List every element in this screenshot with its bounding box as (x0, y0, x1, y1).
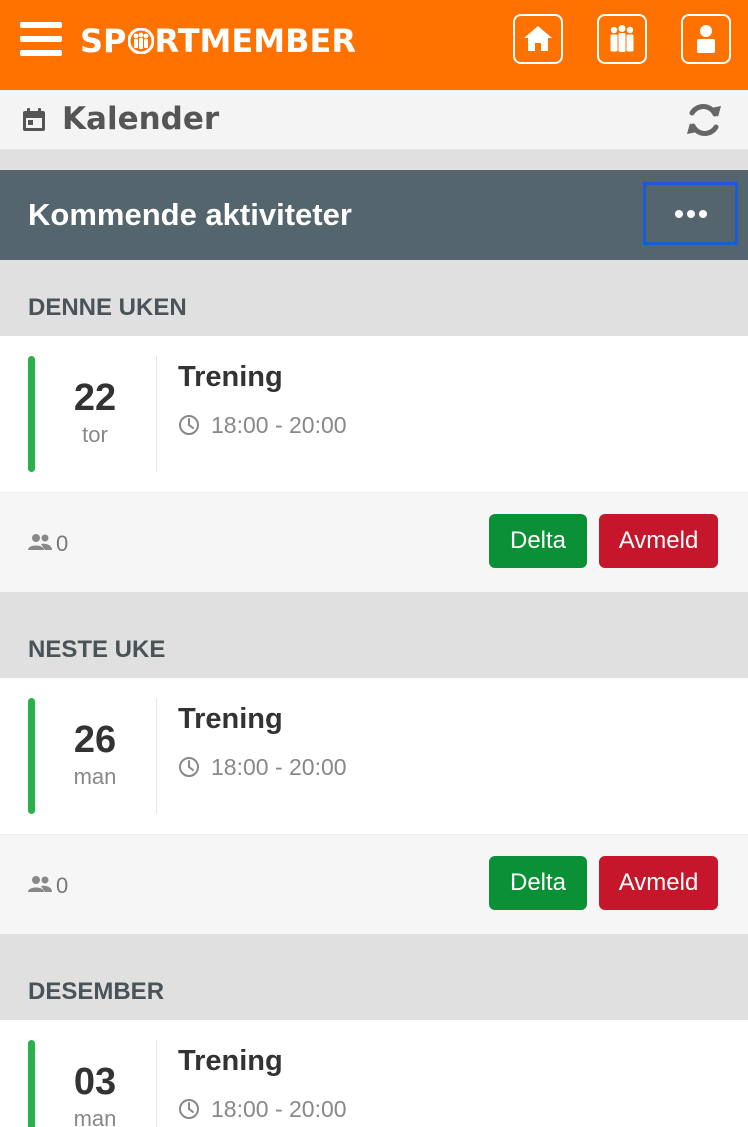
page-header: Kalender (0, 90, 748, 150)
clock-icon (179, 415, 199, 435)
group-label-text: DESEMBER (28, 978, 165, 1005)
hamburger-menu-icon[interactable] (20, 22, 62, 56)
event-title: Trening (178, 1045, 283, 1077)
event-weekday: man (73, 1106, 117, 1127)
more-dot-icon (686, 209, 695, 218)
status-bar (28, 1040, 35, 1127)
people-icon (28, 534, 52, 550)
section-title: Kommende aktiviteter (28, 197, 352, 232)
group-label: NESTE UKE (0, 602, 748, 678)
avmeld-button[interactable]: Avmeld (599, 514, 718, 568)
event-day: 03 (73, 1061, 117, 1103)
status-bar (28, 698, 35, 814)
delta-button[interactable]: Delta (489, 856, 587, 910)
participant-count: 0 (56, 531, 69, 556)
people-icon (28, 876, 52, 892)
clock-icon (179, 757, 199, 777)
event-time: 18:00 - 20:00 (211, 1096, 347, 1122)
brand-prefix: SP (80, 22, 127, 60)
section-header: Kommende aktiviteter (0, 170, 748, 260)
divider (156, 1040, 157, 1127)
event-time: 18:00 - 20:00 (211, 412, 347, 438)
group-button[interactable] (597, 14, 647, 64)
event-card[interactable]: 26 man Trening 18:00 - 20:00 (0, 678, 748, 835)
page-title: Kalender (62, 101, 220, 137)
home-icon (524, 26, 552, 51)
clock-icon (179, 1099, 199, 1119)
brand-suffix: RTMEMBER (154, 22, 356, 60)
brand-people-icon (127, 28, 154, 54)
status-bar (28, 356, 35, 472)
event-title: Trening (178, 703, 283, 735)
event-day: 26 (73, 719, 117, 761)
event-day: 22 (73, 377, 117, 419)
divider (156, 356, 157, 472)
user-icon (697, 25, 715, 53)
group-label-text: DENNE UKEN (28, 294, 187, 321)
more-dot-icon (698, 209, 707, 218)
group-icon (610, 25, 634, 52)
home-button[interactable] (513, 14, 563, 64)
divider (156, 698, 157, 814)
event-actions: 0 Delta Avmeld (0, 493, 748, 592)
more-dot-icon (674, 209, 683, 218)
brand-logo[interactable]: SP RTMEMBER (80, 22, 356, 60)
group-label: DENNE UKEN (0, 260, 748, 336)
more-options-button[interactable] (643, 182, 738, 245)
profile-button[interactable] (681, 14, 731, 64)
event-title: Trening (178, 361, 283, 393)
group-label-text: NESTE UKE (28, 636, 166, 663)
refresh-icon[interactable] (684, 100, 724, 140)
event-time: 18:00 - 20:00 (211, 754, 347, 780)
event-weekday: tor (82, 422, 108, 447)
avmeld-button[interactable]: Avmeld (599, 856, 718, 910)
calendar-icon (23, 108, 45, 131)
group-label: DESEMBER (0, 944, 748, 1020)
event-card[interactable]: 22 tor Trening 18:00 - 20:00 (0, 336, 748, 493)
event-weekday: man (73, 764, 117, 789)
event-actions: 0 Delta Avmeld (0, 835, 748, 934)
top-bar: SP RTMEMBER (0, 0, 748, 90)
participant-count: 0 (56, 873, 69, 898)
delta-button[interactable]: Delta (489, 514, 587, 568)
event-card[interactable]: 03 man Trening 18:00 - 20:00 (0, 1020, 748, 1127)
